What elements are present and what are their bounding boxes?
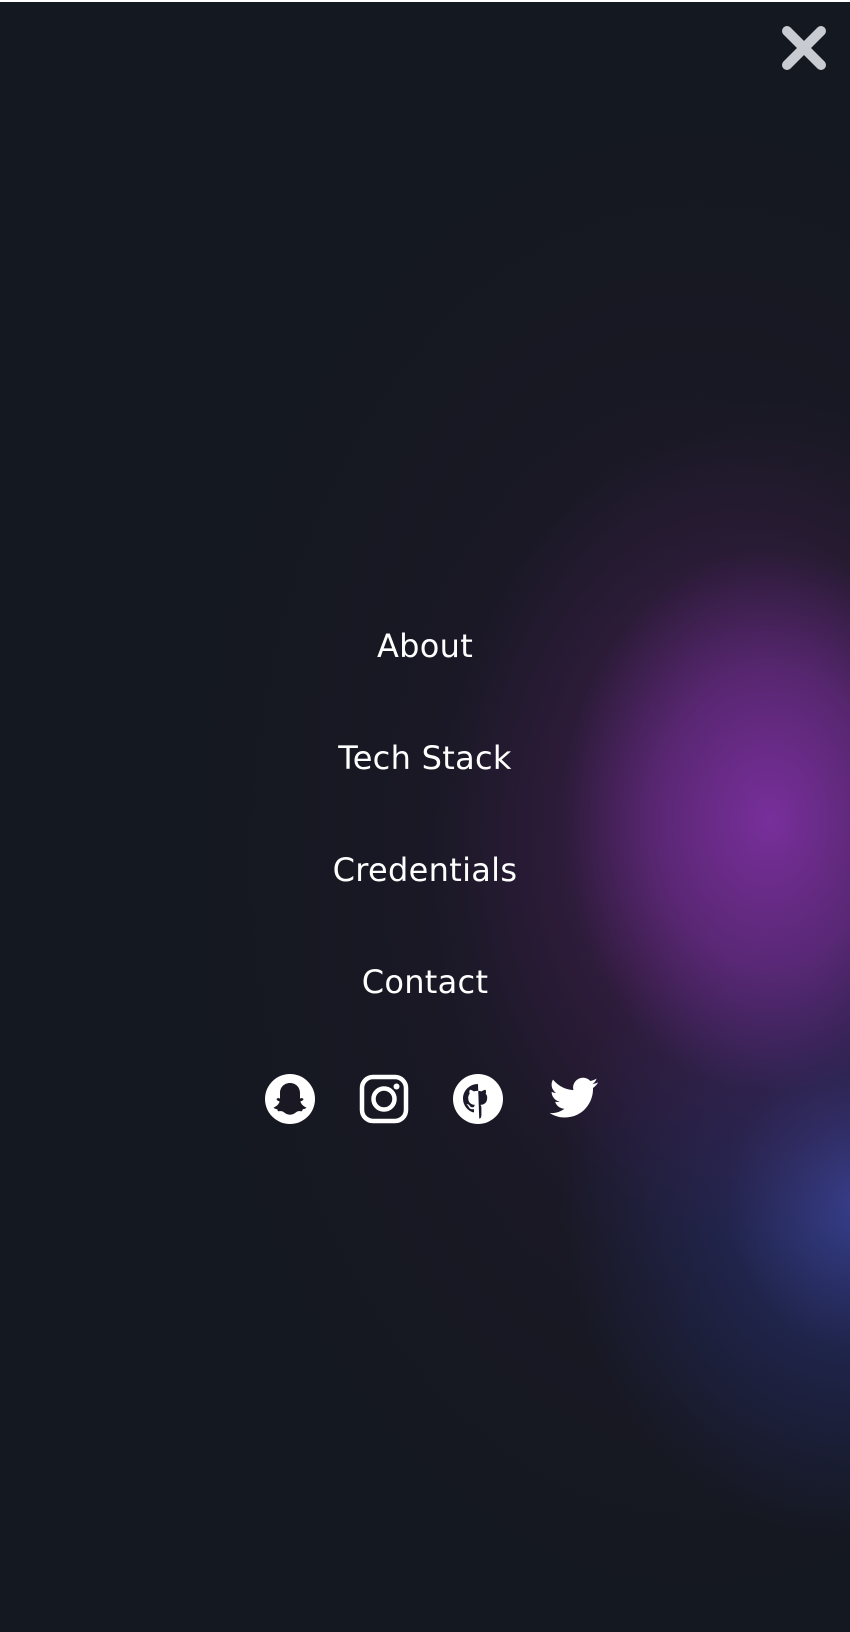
nav-item-label: About [376, 627, 474, 665]
github-link[interactable] [451, 1072, 505, 1126]
nav-item-tech-stack[interactable]: Tech Stack [0, 738, 850, 778]
nav-item-label: Credentials [332, 851, 518, 889]
instagram-link[interactable] [357, 1072, 411, 1126]
twitter-link[interactable] [547, 1072, 601, 1126]
nav-item-contact[interactable]: Contact [0, 962, 850, 1002]
twitter-icon [549, 1077, 598, 1118]
github-icon [453, 1074, 503, 1124]
instagram-icon [359, 1074, 409, 1124]
nav-item-label: Contact [361, 963, 489, 1001]
close-button[interactable] [778, 22, 830, 74]
snapchat-icon [265, 1074, 315, 1124]
snapchat-link[interactable] [263, 1072, 317, 1126]
nav-item-credentials[interactable]: Credentials [0, 850, 850, 890]
mobile-menu-overlay: About Tech Stack Credentials Contact [0, 0, 850, 1632]
top-edge [0, 0, 850, 2]
nav-item-label: Tech Stack [338, 739, 512, 777]
social-links [0, 1072, 850, 1126]
close-icon [782, 26, 826, 70]
nav-item-about[interactable]: About [0, 626, 850, 666]
